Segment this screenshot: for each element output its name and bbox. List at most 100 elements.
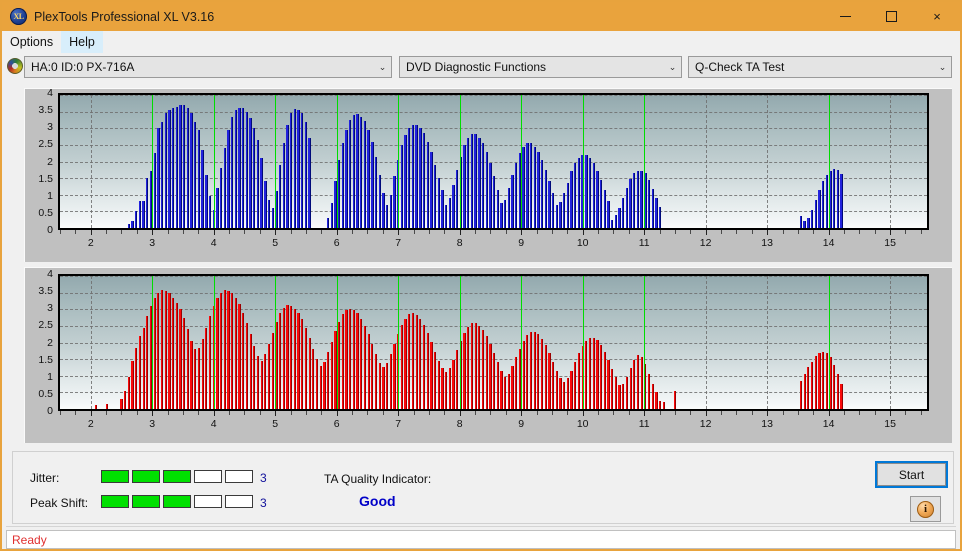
bar xyxy=(433,351,437,409)
x-axis-tick-label: 12 xyxy=(699,237,712,249)
bar xyxy=(219,292,223,409)
bar xyxy=(404,134,407,228)
bar xyxy=(651,188,654,228)
x-axis-tick-label: 2 xyxy=(87,418,94,430)
x-axis-tick xyxy=(705,230,707,235)
x-axis-tick xyxy=(874,230,876,234)
minimize-button[interactable] xyxy=(822,2,868,31)
x-axis-tick-label: 4 xyxy=(210,237,217,249)
menu-item-options[interactable]: Options xyxy=(2,31,61,53)
x-axis-tick xyxy=(690,411,692,415)
x-axis-tick xyxy=(182,230,184,234)
bar xyxy=(197,129,201,228)
bar xyxy=(338,321,341,409)
chevron-down-icon: ⌄ xyxy=(378,61,387,72)
bar xyxy=(489,163,492,228)
bar xyxy=(810,361,814,409)
bar xyxy=(607,359,610,409)
bar xyxy=(452,184,455,228)
marker-line xyxy=(644,95,646,228)
x-axis-tick xyxy=(198,230,200,234)
bar xyxy=(603,351,606,409)
y-axis-tick-label: 3 xyxy=(47,302,53,315)
bar xyxy=(411,124,415,228)
x-axis-tick xyxy=(321,230,323,234)
x-axis-tick xyxy=(259,411,261,415)
bar xyxy=(319,365,322,409)
x-axis-tick xyxy=(613,411,615,415)
x-axis-tick-label: 4 xyxy=(210,418,217,430)
bar xyxy=(131,360,134,409)
bar xyxy=(127,377,130,409)
bar xyxy=(814,356,817,409)
bar xyxy=(489,344,492,409)
plot-area xyxy=(58,93,929,230)
meter-segment xyxy=(101,470,129,483)
x-axis-tick xyxy=(136,411,138,415)
bar xyxy=(552,361,555,409)
bar xyxy=(208,315,212,409)
gridline-horizontal xyxy=(60,95,927,96)
x-axis-tick-label: 7 xyxy=(395,418,402,430)
bar xyxy=(363,120,367,228)
x-axis-tick xyxy=(259,230,261,234)
meter-segment xyxy=(225,470,253,483)
bar xyxy=(422,325,426,409)
bar xyxy=(563,193,566,228)
bar xyxy=(503,199,507,228)
bar xyxy=(651,384,654,409)
bar xyxy=(803,221,806,228)
test-select[interactable]: Q-Check TA Test ⌄ xyxy=(688,56,952,78)
x-axis-tick xyxy=(121,411,123,415)
bar xyxy=(833,365,836,409)
bar xyxy=(371,141,374,228)
bar xyxy=(507,374,510,409)
bar xyxy=(537,334,540,409)
marker-line xyxy=(213,95,215,228)
info-button[interactable]: i xyxy=(910,496,941,522)
y-axis-tick-label: 1 xyxy=(47,370,53,383)
x-axis-tick xyxy=(413,230,415,234)
bar xyxy=(415,124,418,228)
bar xyxy=(799,380,803,409)
x-axis-tick xyxy=(244,411,246,415)
drive-select[interactable]: HA:0 ID:0 PX-716A ⌄ xyxy=(24,56,392,78)
bar xyxy=(282,307,285,409)
menu-item-help[interactable]: Help xyxy=(61,31,103,53)
bar xyxy=(559,202,562,228)
bar xyxy=(238,107,241,228)
x-axis-tick xyxy=(797,230,799,234)
marker-line xyxy=(152,95,154,228)
x-axis-tick xyxy=(874,411,876,415)
close-button[interactable]: × xyxy=(914,2,960,31)
bar xyxy=(186,108,190,228)
start-button[interactable]: Start xyxy=(877,463,946,486)
ta-quality-value: Good xyxy=(359,493,396,509)
maximize-button[interactable] xyxy=(868,2,914,31)
x-axis-tick xyxy=(152,411,154,416)
bar xyxy=(618,385,621,409)
bar xyxy=(172,297,175,409)
bar xyxy=(537,151,540,228)
bar xyxy=(622,198,625,228)
bar xyxy=(588,337,592,409)
meter-segment xyxy=(163,470,191,483)
bar xyxy=(551,193,555,228)
gridline-horizontal xyxy=(60,309,927,311)
function-select[interactable]: DVD Diagnostic Functions ⌄ xyxy=(399,56,682,78)
bar xyxy=(208,196,212,228)
x-axis-tick xyxy=(843,230,845,234)
x-axis-tick xyxy=(167,230,169,234)
x-axis-tick xyxy=(336,411,338,416)
bar xyxy=(374,354,378,409)
bar xyxy=(607,200,610,228)
bar xyxy=(544,345,547,409)
bar xyxy=(234,109,238,228)
bar xyxy=(360,318,363,409)
bar xyxy=(821,180,825,228)
drive-select-value: HA:0 ID:0 PX-716A xyxy=(31,60,135,74)
bar xyxy=(197,347,201,409)
x-axis-tick xyxy=(336,230,338,235)
gridline-horizontal xyxy=(60,292,927,294)
x-axis-tick xyxy=(890,230,892,235)
